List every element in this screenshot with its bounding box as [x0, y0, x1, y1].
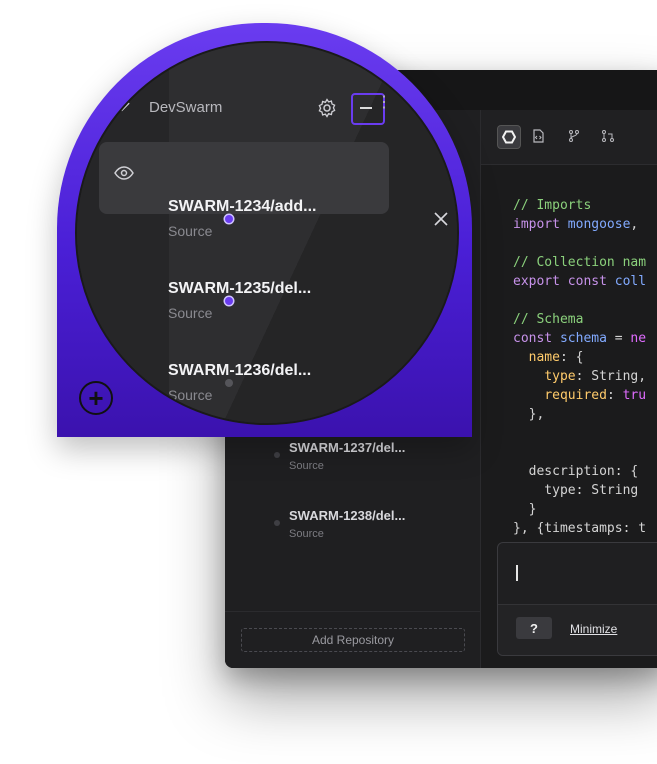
status-dot: [225, 379, 233, 387]
code-line: // Imports: [513, 196, 646, 215]
minimize-link[interactable]: Minimize: [570, 622, 617, 636]
pull-request-icon: [602, 130, 614, 142]
code-line: required: tru: [513, 386, 646, 405]
item-title: SWARM-1237/del...: [289, 440, 406, 455]
magnifier-lens: Builders DevSwarm ⋮ SWARM-1234/add... So…: [75, 41, 459, 425]
text-cursor[interactable]: [516, 565, 518, 581]
code-line: export const coll: [513, 272, 646, 291]
code-file-icon: [533, 129, 544, 143]
item-subtitle: Source: [289, 460, 324, 472]
code-token: name: [528, 350, 560, 365]
prompt-panel: ? Minimize: [497, 542, 657, 656]
code-token: // Imports: [513, 198, 592, 213]
code-token: ,: [630, 217, 639, 232]
code-token: :: [606, 388, 623, 403]
item-title: SWARM-1236/del...: [168, 362, 312, 379]
code-token: required: [544, 388, 607, 403]
item-title: SWARM-1235/del...: [168, 280, 312, 297]
code-token: import: [513, 217, 568, 232]
code-line: type: String: [513, 481, 646, 500]
code-token: coll: [614, 274, 647, 289]
status-dot: [274, 452, 280, 458]
code-token: mongoose: [567, 217, 631, 232]
item-subtitle: Source: [168, 305, 213, 321]
tab-branches[interactable]: [563, 125, 585, 147]
code-line: [513, 443, 646, 462]
code-token: ne: [630, 331, 647, 346]
tab-pull-requests[interactable]: [597, 125, 619, 147]
close-icon[interactable]: [434, 212, 448, 226]
add-repository-button[interactable]: Add Repository: [241, 628, 465, 652]
gear-icon[interactable]: [317, 98, 337, 118]
list-item[interactable]: SWARM-1238/del... Source: [225, 498, 480, 554]
code-token: description: {: [513, 464, 639, 479]
code-token: =: [606, 331, 631, 346]
code-line: },: [513, 405, 646, 424]
section-heading: Builders: [111, 43, 187, 52]
code-line: [513, 234, 646, 253]
code-line: name: {: [513, 348, 646, 367]
tab-code[interactable]: [527, 125, 549, 147]
code-token: schema: [559, 331, 607, 346]
code-token: : String,: [575, 369, 647, 384]
chevron-down-icon[interactable]: [114, 102, 130, 112]
status-dot: [225, 297, 233, 305]
tool-tab-bar: [481, 110, 657, 165]
eye-icon[interactable]: [114, 166, 134, 180]
list-item[interactable]: SWARM-1237/del... Source: [225, 430, 480, 486]
tab-builder[interactable]: [497, 125, 521, 149]
code-token: export const: [513, 274, 615, 289]
code-token: },: [513, 407, 545, 422]
code-token: : {: [559, 350, 584, 365]
item-title: SWARM-1234/add...: [168, 198, 317, 215]
code-token: type: String: [513, 483, 639, 498]
code-token: tru: [622, 388, 647, 403]
code-line: description: {: [513, 462, 646, 481]
code-line: [513, 424, 646, 443]
help-button[interactable]: ?: [516, 617, 552, 639]
item-subtitle: Source: [168, 223, 213, 239]
code-line: // Schema: [513, 310, 646, 329]
status-dot: [225, 215, 233, 223]
code-token: const: [513, 331, 560, 346]
code-line: [513, 291, 646, 310]
item-subtitle: Source: [168, 387, 213, 403]
code-token: }, {timestamps: t: [513, 521, 647, 536]
item-subtitle: Source: [289, 528, 324, 540]
group-name[interactable]: DevSwarm: [149, 99, 222, 116]
code-token: // Collection nam: [513, 255, 647, 270]
hexagon-icon: [502, 130, 516, 144]
code-line: // Collection nam: [513, 253, 646, 272]
code-token: }: [513, 502, 537, 517]
code-line: type: String,: [513, 367, 646, 386]
editor-panel: // Imports import mongoose, // Collection…: [481, 110, 657, 668]
code-editor[interactable]: // Imports import mongoose, // Collection…: [513, 196, 646, 538]
code-line: }: [513, 500, 646, 519]
item-title: SWARM-1238/del...: [289, 508, 406, 523]
code-token: // Schema: [513, 312, 584, 327]
code-line: import mongoose,: [513, 215, 646, 234]
more-options-icon[interactable]: ⋮: [376, 92, 392, 112]
code-line: const schema = ne: [513, 329, 646, 348]
prompt-footer: ? Minimize: [498, 604, 657, 655]
code-token: type: [544, 369, 576, 384]
branch-icon: [569, 130, 579, 142]
sidebar-footer: Add Repository: [225, 611, 480, 668]
code-line: }, {timestamps: t: [513, 519, 646, 538]
status-dot: [274, 520, 280, 526]
